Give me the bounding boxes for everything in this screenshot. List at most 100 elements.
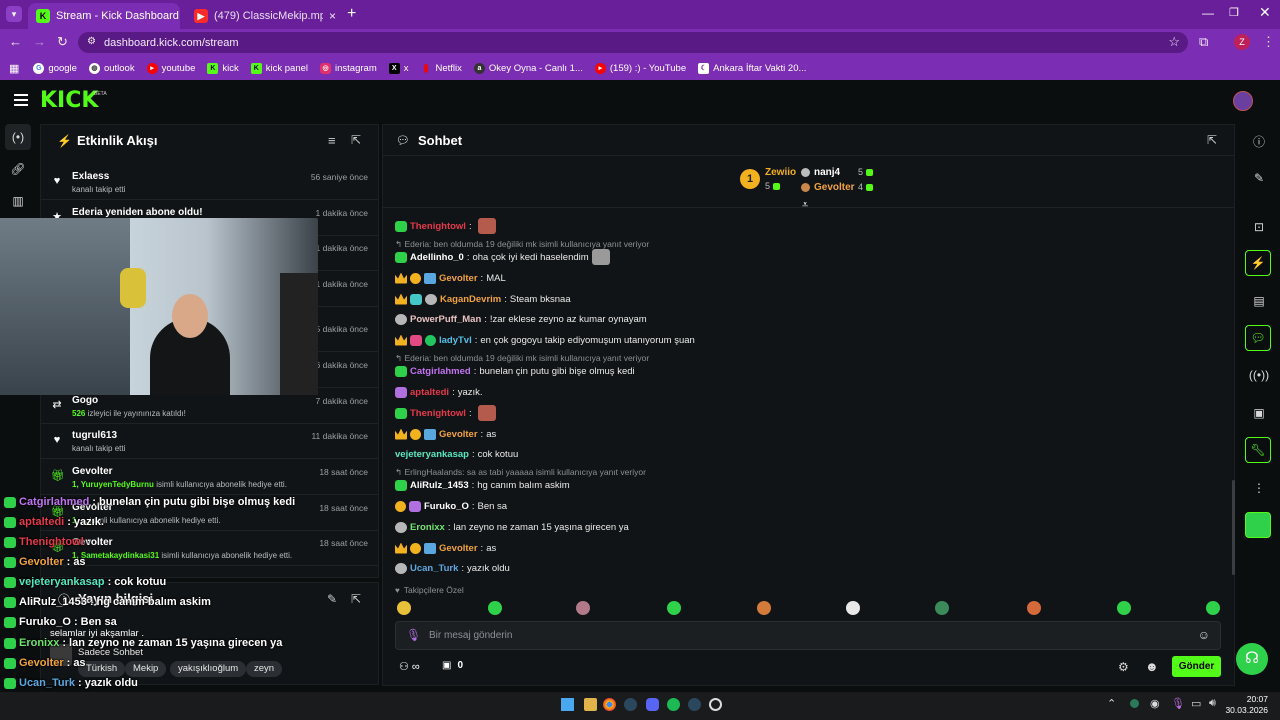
close-tab-icon[interactable]: × bbox=[329, 9, 336, 23]
tag-yakisiklioglum[interactable]: yakışıklıoğlum bbox=[170, 661, 247, 677]
tray-app-icon[interactable] bbox=[1130, 699, 1139, 708]
clock-time[interactable]: 20:07 bbox=[1228, 694, 1268, 704]
support-headset-button[interactable]: ☊ bbox=[1236, 643, 1268, 675]
link-icon[interactable]: 🔗︎ bbox=[5, 156, 31, 182]
chat-message[interactable]: Gevolter: as bbox=[395, 540, 496, 556]
steam-icon[interactable] bbox=[688, 698, 701, 711]
new-tab-icon[interactable]: + bbox=[347, 5, 356, 23]
broadcast-icon[interactable]: (•) bbox=[5, 124, 31, 150]
close-window-icon[interactable]: ✕ bbox=[1259, 4, 1271, 21]
leader-name[interactable]: Zewiio bbox=[765, 167, 796, 178]
steam-icon[interactable] bbox=[624, 698, 637, 711]
chat-message[interactable]: Ucan_Turk: yazık oldu bbox=[395, 560, 510, 576]
chat-message[interactable]: aptaltedi: yazık. bbox=[395, 384, 483, 400]
quick-emote[interactable] bbox=[1117, 601, 1131, 615]
leader-second[interactable]: nanj4 bbox=[801, 167, 840, 178]
menu-kebab-icon[interactable]: ⋮ bbox=[1262, 35, 1275, 49]
user-avatar[interactable] bbox=[1233, 91, 1253, 111]
obs-icon[interactable] bbox=[709, 698, 722, 711]
emoji-picker-icon[interactable]: ☺ bbox=[1198, 628, 1210, 642]
capture-icon[interactable]: ⊡ bbox=[1246, 214, 1272, 240]
chat-message[interactable]: Thenightowl: bbox=[395, 405, 496, 421]
chat-message[interactable]: Furuko_O: Ben sa bbox=[395, 498, 507, 514]
chat-message[interactable]: AliRulz_1453: hg canım balım askim bbox=[395, 477, 570, 493]
chat-username[interactable]: Thenightowl bbox=[410, 221, 466, 232]
tab-youtube-video[interactable]: ▶ (479) ClassicMekip.mp4 7.0 kısı × bbox=[186, 3, 344, 29]
tray-chevron-icon[interactable]: ⌃ bbox=[1107, 697, 1116, 710]
record-icon[interactable]: ▣ bbox=[1246, 400, 1272, 426]
kick-logo[interactable]: KICK bbox=[40, 88, 98, 113]
apps-grid-icon[interactable]: ▦ bbox=[9, 62, 19, 75]
chat-username[interactable]: KaganDevrim bbox=[440, 294, 501, 305]
bookmark-outlook[interactable]: ◍ outlook bbox=[88, 62, 135, 74]
bookmark-youtube[interactable]: ▸ youtube bbox=[146, 62, 195, 74]
chat-username[interactable]: PowerPuff_Man bbox=[410, 314, 481, 325]
quick-emote[interactable] bbox=[488, 601, 502, 615]
popout-icon[interactable]: ⇱ bbox=[351, 592, 361, 606]
chat-username[interactable]: Gevolter bbox=[439, 273, 478, 284]
info-icon[interactable]: ⓘ bbox=[1246, 128, 1272, 154]
chat-username[interactable]: vejeteryankasap bbox=[395, 449, 469, 460]
bookmark-okey[interactable]: a Okey Oyna - Canlı 1... bbox=[473, 62, 583, 74]
bookmark-kick-panel[interactable]: Kkick panel bbox=[250, 62, 308, 74]
activity-item[interactable]: ♥ tugrul613 kanalı takip etti 11 dakika önc… bbox=[40, 425, 378, 459]
chat-username[interactable]: Catgirlahmed bbox=[410, 366, 471, 377]
profile-avatar[interactable]: Z bbox=[1234, 34, 1250, 50]
quick-emote[interactable] bbox=[935, 601, 949, 615]
activity-item[interactable]: ⇄ Gogo 526 izleyici ile yayınınıza katıldı… bbox=[40, 390, 378, 424]
network-icon[interactable]: ▭ bbox=[1191, 697, 1201, 710]
filter-icon[interactable]: ≡ bbox=[328, 133, 336, 148]
chat-toggle-icon[interactable]: 💬︎ bbox=[1245, 325, 1271, 351]
tools-wrench-icon[interactable]: 🔧︎ bbox=[1245, 437, 1271, 463]
tag-mekip[interactable]: Mekip bbox=[125, 661, 167, 677]
microphone-icon[interactable]: 🎙︎ bbox=[406, 628, 421, 642]
tray-steam-icon[interactable]: ◉ bbox=[1150, 697, 1160, 710]
chat-message[interactable]: Catgirlahmed: bunelan çin putu gibi bişe … bbox=[395, 363, 635, 379]
bookmark-google[interactable]: Ggoogle bbox=[33, 62, 77, 74]
quick-emote[interactable] bbox=[846, 601, 860, 615]
chat-message[interactable]: KaganDevrim: Steam bksnaa bbox=[395, 291, 571, 307]
send-button[interactable]: Gönder bbox=[1172, 656, 1221, 677]
tab-kick-dashboard[interactable]: K Stream - Kick Dashboard × bbox=[28, 3, 180, 29]
chat-message[interactable]: Gevolter: MAL bbox=[395, 270, 506, 286]
chat-username[interactable]: Gevolter bbox=[439, 429, 478, 440]
broadcast-icon[interactable]: ((•)) bbox=[1246, 362, 1272, 388]
quick-emote[interactable] bbox=[757, 601, 771, 615]
hamburger-menu-icon[interactable] bbox=[14, 94, 28, 106]
chat-username[interactable]: aptaltedi bbox=[410, 387, 449, 398]
chat-username[interactable]: Eronixx bbox=[410, 522, 445, 533]
clock-date[interactable]: 30.03.2026 bbox=[1222, 705, 1268, 715]
quick-emote[interactable] bbox=[397, 601, 411, 615]
channel-points[interactable]: ▣ 0 bbox=[442, 660, 463, 671]
chat-message[interactable]: Thenightowl: bbox=[395, 218, 496, 234]
chat-username[interactable]: Gevolter bbox=[439, 543, 478, 554]
quick-emote[interactable] bbox=[1206, 601, 1220, 615]
activity-item[interactable]: ♥ Exlaess kanalı takip etti 56 saniye önce bbox=[40, 166, 378, 200]
leader-third[interactable]: Gevolter bbox=[801, 182, 855, 193]
minimize-icon[interactable]: — bbox=[1202, 6, 1214, 20]
back-icon[interactable]: ← bbox=[9, 35, 22, 49]
bookmark-kick[interactable]: Kkick bbox=[207, 62, 239, 74]
chat-username[interactable]: Adellinho_0 bbox=[410, 252, 464, 263]
bookmark-netflix[interactable]: ▮ Netflix bbox=[420, 63, 462, 74]
spotify-icon[interactable] bbox=[667, 698, 680, 711]
address-bar[interactable]: ⚙ dashboard.kick.com/stream ☆ bbox=[78, 32, 1188, 53]
chat-message[interactable]: PowerPuff_Man: !zar eklese zeyno az kumar… bbox=[395, 311, 647, 327]
chat-input[interactable]: 🎙︎ Bir mesaj gönderin ☺ bbox=[395, 621, 1221, 650]
reload-icon[interactable]: ↻ bbox=[57, 35, 68, 49]
volume-icon[interactable]: 🔊︎ bbox=[1209, 697, 1216, 710]
bookmark-instagram[interactable]: ◎ instagram bbox=[320, 62, 377, 74]
discord-icon[interactable] bbox=[646, 698, 659, 711]
chat-message[interactable]: Gevolter: as bbox=[395, 426, 496, 442]
chat-username[interactable]: Thenightowl bbox=[410, 408, 466, 419]
chat-settings-gear-icon[interactable]: ⚙ bbox=[1118, 660, 1129, 674]
chat-scrollbar[interactable] bbox=[1232, 480, 1235, 575]
extensions-icon[interactable]: ⧉ bbox=[1199, 35, 1208, 49]
edit-pencil-icon[interactable]: ✎ bbox=[1246, 165, 1272, 191]
document-icon[interactable]: ▤ bbox=[1246, 288, 1272, 314]
file-explorer-icon[interactable] bbox=[584, 698, 597, 711]
expand-leaderboard-icon[interactable]: ⩡ bbox=[802, 199, 808, 212]
quick-emote[interactable] bbox=[1027, 601, 1041, 615]
bookmark-star-icon[interactable]: ☆ bbox=[1168, 34, 1180, 50]
chatters-infinity[interactable]: ⚇ ∞ bbox=[399, 660, 420, 674]
